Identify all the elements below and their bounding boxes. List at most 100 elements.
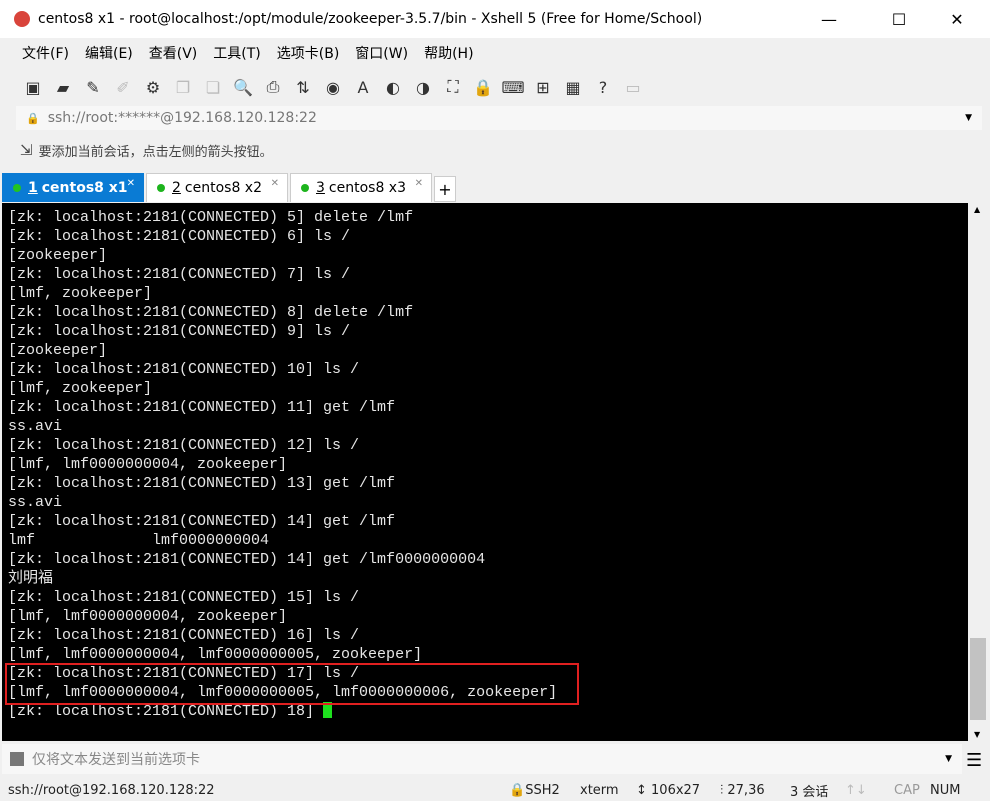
terminal-line: [lmf, lmf0000000004, lmf0000000005, zook…: [8, 646, 423, 663]
prompt: [zk: localhost:2181(CONNECTED) 18]: [8, 703, 324, 720]
terminal-line: lmf lmf0000000004: [8, 532, 270, 549]
window-title: centos8 x1 - root@localhost:/opt/module/…: [38, 11, 703, 27]
status-protocol: 🔒SSH2: [509, 782, 560, 798]
layout-icon[interactable]: ▦: [560, 75, 586, 99]
tab-number: 1: [28, 180, 38, 196]
menu-item[interactable]: 帮助(H): [424, 43, 473, 63]
xmanager-icon[interactable]: ◑: [410, 75, 436, 99]
status-terminal-type: xterm: [580, 782, 619, 798]
terminal-line: [lmf, zookeeper]: [8, 285, 153, 302]
font-icon[interactable]: A: [350, 75, 376, 99]
status-cap: CAP: [894, 782, 920, 798]
toolbar: ▣ ▰ ✎ ✐ ⚙ ❐ ❏ 🔍 ⎙ ⇅ ◉ A ◐ ◑ ⛶ 🔒 ⌨ ⊞ ▦? ▭: [0, 70, 990, 104]
address-dropdown-icon[interactable]: ▼: [965, 113, 972, 123]
terminal-line: ss.avi: [8, 418, 63, 435]
send-dropdown-icon[interactable]: ▼: [945, 754, 952, 764]
new-tab-button[interactable]: +: [434, 176, 456, 202]
chat-icon[interactable]: ▭: [620, 75, 646, 99]
terminal-line: [zk: localhost:2181(CONNECTED) 10] ls /: [8, 361, 360, 378]
find-icon[interactable]: 🔍: [230, 75, 256, 99]
terminal-line: [zk: localhost:2181(CONNECTED) 5] delete…: [8, 209, 414, 226]
highlight-box: [5, 663, 579, 705]
terminal[interactable]: [zk: localhost:2181(CONNECTED) 5] delete…: [2, 203, 968, 741]
status-bar: ssh://root@192.168.120.128:22 🔒SSH2 xter…: [0, 779, 990, 801]
tab-2[interactable]: 2 centos8 x2 ✕: [146, 173, 288, 202]
tab-label: centos8 x3: [328, 180, 407, 196]
session-hint-bar: ⇲ 要添加当前会话，点击左侧的箭头按钮。: [20, 138, 273, 162]
maximize-button[interactable]: ☐: [876, 0, 922, 38]
terminal-line: [lmf, lmf0000000004, zookeeper]: [8, 608, 288, 625]
terminal-line: [zk: localhost:2181(CONNECTED) 13] get /…: [8, 475, 396, 492]
paste-icon[interactable]: ❏: [200, 75, 226, 99]
xshell-logo-icon: [14, 11, 30, 27]
tab-number: 3: [316, 180, 325, 196]
menu-item[interactable]: 窗口(W): [355, 43, 408, 63]
address-input[interactable]: ssh://root:******@192.168.120.128:22: [48, 110, 317, 126]
terminal-line: [zk: localhost:2181(CONNECTED) 11] get /…: [8, 399, 396, 416]
transfer-icon[interactable]: ⇅: [290, 75, 316, 99]
open-folder-icon[interactable]: ▰: [50, 75, 76, 99]
tab-close-icon[interactable]: ✕: [415, 178, 423, 189]
address-bar[interactable]: 🔒 ssh://root:******@192.168.120.128:22 ▼: [16, 106, 982, 130]
copy-icon[interactable]: ❐: [170, 75, 196, 99]
terminal-scrollbar[interactable]: ▲ ▼: [968, 203, 988, 741]
tab-close-icon[interactable]: ✕: [127, 178, 135, 189]
tab-bar: 1 centos8 x1 ✕ 2 centos8 x2 ✕ 3 centos8 x3 ✕ +: [0, 172, 990, 202]
new-tab-icon[interactable]: ⊞: [530, 75, 556, 99]
status-cursor: ⫶ 27,36: [720, 782, 765, 798]
send-menu-icon[interactable]: ☰: [966, 750, 982, 771]
fullscreen-icon[interactable]: ⛶: [440, 75, 466, 99]
terminal-line: [zk: localhost:2181(CONNECTED) 15] ls /: [8, 589, 360, 606]
print-icon[interactable]: ⎙: [260, 75, 286, 99]
add-session-arrow-icon[interactable]: ⇲: [20, 141, 33, 159]
disconnect-icon[interactable]: ✐: [110, 75, 136, 99]
send-text-input[interactable]: 仅将文本发送到当前选项卡: [32, 749, 200, 769]
session-nav-arrows-icon[interactable]: ↑↓: [845, 783, 867, 798]
status-size: ↕ 106x27: [636, 782, 701, 798]
tab-close-icon[interactable]: ✕: [271, 178, 279, 189]
terminal-line: [zookeeper]: [8, 247, 108, 264]
status-connection: ssh://root@192.168.120.128:22: [8, 782, 215, 798]
status-sessions: 3 会话: [790, 784, 829, 800]
status-dot-icon: [157, 184, 165, 192]
properties-icon[interactable]: ⚙: [140, 75, 166, 99]
terminal-line: [zk: localhost:2181(CONNECTED) 9] ls /: [8, 323, 351, 340]
menu-bar: 文件(F) 编辑(E) 查看(V) 工具(T) 选项卡(B) 窗口(W) 帮助(H): [0, 38, 990, 68]
tab-3[interactable]: 3 centos8 x3 ✕: [290, 173, 432, 202]
new-session-icon[interactable]: ▣: [20, 75, 46, 99]
keyboard-icon[interactable]: ⌨: [500, 75, 526, 99]
terminal-line: [zk: localhost:2181(CONNECTED) 6] ls /: [8, 228, 351, 245]
hint-text: 要添加当前会话，点击左侧的箭头按钮。: [38, 144, 273, 160]
terminal-icon: [10, 752, 24, 766]
tab-1[interactable]: 1 centos8 x1 ✕: [2, 173, 144, 202]
terminal-line: 刘明福: [8, 570, 54, 587]
xftp-icon[interactable]: ◐: [380, 75, 406, 99]
terminal-line: [zookeeper]: [8, 342, 108, 359]
send-text-bar[interactable]: 仅将文本发送到当前选项卡 ▼: [2, 744, 962, 774]
menu-item[interactable]: 文件(F): [22, 43, 69, 63]
lock-icon[interactable]: 🔒: [470, 75, 496, 99]
terminal-line: [zk: localhost:2181(CONNECTED) 8] delete…: [8, 304, 414, 321]
tab-number: 2: [172, 180, 181, 196]
connect-icon[interactable]: ✎: [80, 75, 106, 99]
title-bar: centos8 x1 - root@localhost:/opt/module/…: [0, 0, 990, 38]
terminal-line: ss.avi: [8, 494, 63, 511]
tab-label: centos8 x1: [41, 180, 128, 196]
lock-icon: 🔒: [26, 111, 40, 125]
minimize-button[interactable]: —: [806, 0, 852, 38]
terminal-line: [lmf, lmf0000000004, zookeeper]: [8, 456, 288, 473]
terminal-line: [zk: localhost:2181(CONNECTED) 14] get /…: [8, 551, 486, 568]
scrollbar-thumb[interactable]: [970, 638, 986, 720]
menu-item[interactable]: 查看(V): [149, 43, 198, 63]
terminal-line: [zk: localhost:2181(CONNECTED) 16] ls /: [8, 627, 360, 644]
help-icon[interactable]: ?: [590, 75, 616, 99]
menu-item[interactable]: 选项卡(B): [277, 43, 340, 63]
close-button[interactable]: ✕: [934, 0, 980, 38]
terminal-line: [zk: localhost:2181(CONNECTED) 7] ls /: [8, 266, 351, 283]
terminal-line: [lmf, zookeeper]: [8, 380, 153, 397]
status-dot-icon: [13, 184, 21, 192]
menu-item[interactable]: 工具(T): [213, 43, 260, 63]
terminal-line: [zk: localhost:2181(CONNECTED) 14] get /…: [8, 513, 396, 530]
globe-icon[interactable]: ◉: [320, 75, 346, 99]
menu-item[interactable]: 编辑(E): [85, 43, 133, 63]
